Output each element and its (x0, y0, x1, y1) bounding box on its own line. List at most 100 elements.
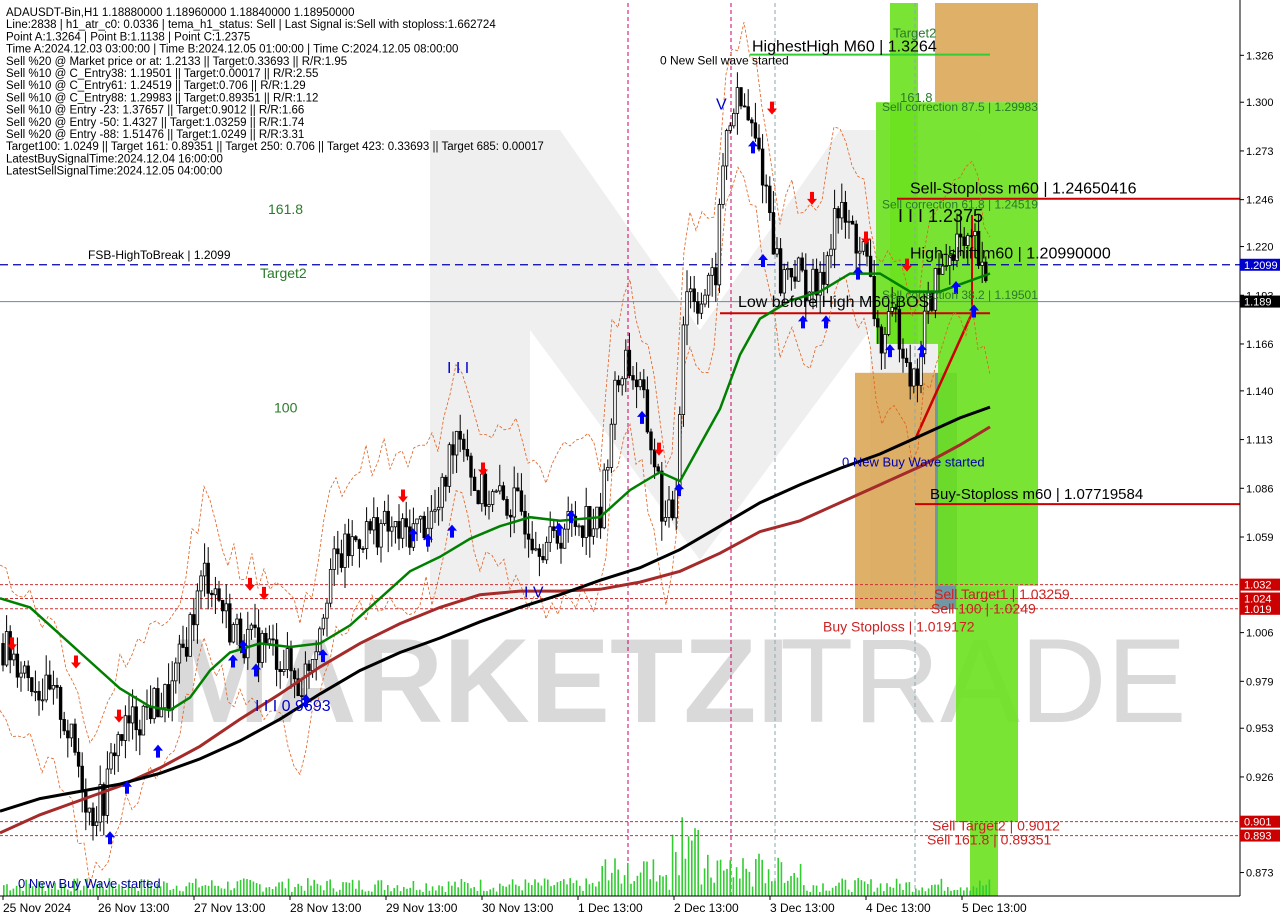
candle-body (166, 684, 171, 711)
candle-body (746, 106, 750, 121)
time-tick-label: 5 Dec 13:00 (962, 901, 1027, 915)
volume-bar (953, 889, 955, 896)
volume-bar (617, 869, 619, 896)
candle-body (764, 184, 768, 187)
volume-bar (278, 882, 280, 896)
candle-body (634, 379, 639, 388)
candle-body (912, 368, 916, 387)
candle-body (616, 379, 621, 386)
candle-body (58, 686, 63, 720)
volume-bar (307, 878, 309, 896)
candle-body (508, 514, 513, 518)
volume-bar (934, 884, 936, 896)
info-line: Point A:1.3264 | Point B:1.1138 | Point … (6, 31, 250, 43)
volume-bar (774, 880, 776, 896)
candle-body (656, 466, 660, 472)
volume-bar (415, 890, 418, 896)
candle-body (202, 562, 207, 577)
volume-bar (355, 888, 357, 896)
volume-bar (985, 884, 987, 896)
candle-body (447, 444, 452, 487)
candle-body (314, 651, 318, 660)
candle-body (660, 470, 664, 522)
candle-body (134, 706, 138, 731)
candle-body (901, 348, 905, 359)
volume-bar (787, 880, 789, 896)
candle-body (879, 326, 884, 354)
new-buy-wave-mid-label: 0 New Buy Wave started (842, 455, 985, 470)
volume-bar (169, 890, 171, 896)
volume-bar (335, 891, 338, 896)
volume-bar (975, 887, 978, 896)
candle-body (966, 235, 970, 246)
wave-iii-label: I I I (447, 360, 469, 377)
volume-bar (627, 862, 629, 896)
volume-bar (227, 881, 229, 896)
volume-bar (428, 890, 431, 896)
volume-bar (553, 885, 555, 896)
volume-bar (691, 840, 693, 896)
candle-body (516, 487, 520, 492)
volume-bar (460, 878, 463, 896)
candle-body (44, 674, 48, 701)
time-axis: 25 Nov 2024 26 Nov 13:00 27 Nov 13:00 28 No… (0, 895, 1280, 920)
candle-body (753, 122, 758, 139)
candle-body (332, 548, 336, 570)
candle-body (667, 499, 671, 518)
candle-body (120, 734, 124, 741)
volume-bar (745, 868, 747, 896)
candle-body (307, 663, 311, 671)
candle-body (861, 241, 866, 252)
candle-body (15, 653, 20, 678)
candle-body (228, 603, 232, 643)
volume-bar (937, 884, 939, 896)
candle-body (271, 638, 275, 641)
time-tick-label: 2 Dec 13:00 (674, 901, 739, 915)
candle-body (606, 467, 610, 471)
volume-bar (815, 885, 818, 896)
price-tick-label: 1.300 (1246, 97, 1274, 109)
candle-body (850, 220, 855, 225)
volume-bar (732, 877, 735, 896)
candle-body (127, 715, 131, 724)
volume-bar (6, 884, 8, 896)
info-line: LatestSellSignalTime:2024.12.05 04:00:00 (6, 166, 222, 178)
volume-bar (748, 871, 751, 896)
candle-body (735, 87, 740, 114)
volume-bar (486, 891, 488, 896)
volume-bar (467, 883, 469, 896)
volume-bar (876, 887, 879, 896)
volume-bar (950, 890, 952, 896)
candle-body (811, 268, 815, 293)
volume-bar (191, 882, 194, 896)
volume-bar (879, 883, 882, 896)
candle-body (969, 235, 974, 237)
volume-bar (905, 882, 907, 896)
candle-body (836, 208, 840, 219)
volume-bar (265, 887, 267, 896)
volume-bar (662, 876, 664, 896)
volume-bar (918, 890, 920, 896)
volume-bar (873, 891, 875, 896)
volume-bar (515, 884, 517, 896)
candle-body (782, 269, 786, 294)
candle-body (217, 588, 221, 601)
candle-body (512, 487, 516, 518)
candle-body (652, 449, 657, 468)
volume-bar (761, 859, 763, 896)
volume-bar (582, 890, 584, 896)
candle-body (292, 670, 297, 680)
candle-body (30, 677, 34, 693)
time-tick-label: 29 Nov 13:00 (386, 901, 458, 915)
candle-body (462, 438, 466, 450)
volume-bar (911, 891, 914, 896)
candle-body (692, 288, 696, 302)
candle-body (300, 695, 304, 698)
volume-bar (659, 875, 661, 896)
volume-bar (844, 879, 847, 896)
candle-body (382, 510, 387, 524)
candle-body (458, 430, 462, 440)
candle-body (728, 125, 732, 132)
price-badge-label: 1.032 (1244, 580, 1272, 592)
volume-bar (687, 836, 690, 896)
